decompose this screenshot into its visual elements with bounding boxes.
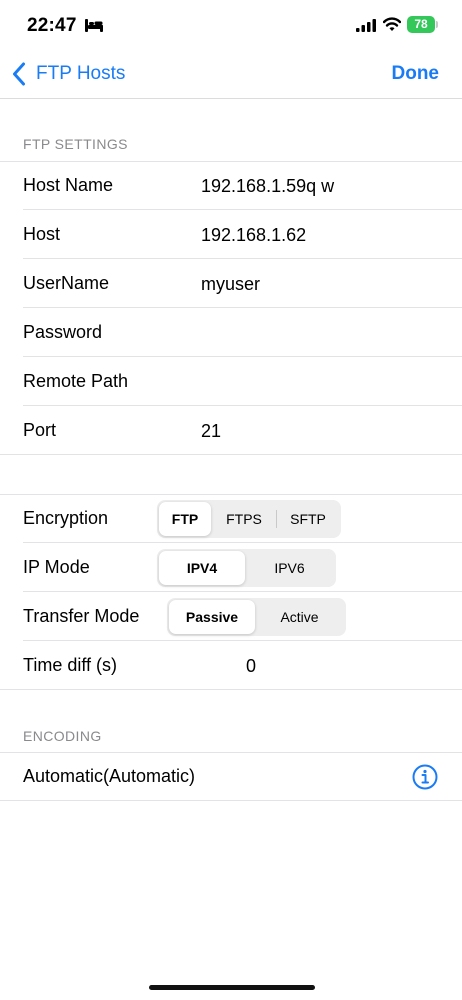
encoding-header: ENCODING bbox=[23, 728, 102, 744]
time-diff-field[interactable]: 0 bbox=[246, 641, 256, 690]
ip-mode-option-ipv6[interactable]: IPV6 bbox=[245, 551, 334, 585]
transfer-mode-label: Transfer Mode bbox=[23, 606, 140, 626]
transfer-mode-option-passive[interactable]: Passive bbox=[169, 600, 255, 634]
ip-mode-label: IP Mode bbox=[23, 557, 90, 577]
time-diff-row[interactable]: Time diff (s) 0 bbox=[0, 641, 462, 690]
host-name-label: Host Name bbox=[23, 175, 114, 195]
host-field[interactable]: 192.168.1.62 bbox=[201, 210, 306, 259]
username-field[interactable]: myuser bbox=[201, 259, 260, 308]
encoding-value: Automatic(Automatic) bbox=[23, 766, 196, 786]
ip-mode-segmented-control: IPV4 IPV6 bbox=[157, 549, 336, 587]
encryption-segmented-control: FTP FTPS SFTP bbox=[157, 500, 341, 538]
password-label: Password bbox=[23, 322, 103, 342]
remote-path-label: Remote Path bbox=[23, 371, 129, 391]
encryption-option-sftp[interactable]: SFTP bbox=[277, 502, 339, 536]
info-icon[interactable] bbox=[412, 764, 438, 790]
bed-icon bbox=[85, 19, 103, 32]
ip-mode-option-ipv4[interactable]: IPV4 bbox=[159, 551, 245, 585]
ip-mode-row: IP Mode IPV4 IPV6 bbox=[0, 543, 462, 592]
encryption-label: Encryption bbox=[23, 508, 109, 528]
port-field[interactable]: 21 bbox=[201, 406, 221, 455]
time-diff-label: Time diff (s) bbox=[23, 655, 118, 675]
ftp-settings-header: FTP SETTINGS bbox=[23, 136, 128, 152]
encoding-row[interactable]: Automatic(Automatic) bbox=[0, 752, 462, 801]
section-bottom-divider bbox=[0, 689, 462, 690]
username-label: UserName bbox=[23, 273, 110, 293]
section-bottom-divider bbox=[0, 454, 462, 455]
encryption-option-ftp[interactable]: FTP bbox=[159, 502, 211, 536]
host-name-row[interactable]: Host Name 192.168.1.59q w bbox=[0, 161, 462, 210]
transfer-mode-row: Transfer Mode Passive Active bbox=[0, 592, 462, 641]
encryption-option-ftps[interactable]: FTPS bbox=[211, 502, 277, 536]
section-bottom-divider bbox=[0, 800, 462, 801]
home-indicator[interactable] bbox=[149, 985, 315, 990]
back-button[interactable]: FTP Hosts bbox=[12, 60, 125, 88]
port-label: Port bbox=[23, 420, 57, 440]
battery-icon: 78 bbox=[407, 16, 438, 33]
chevron-left-icon bbox=[13, 62, 25, 86]
transfer-mode-segmented-control: Passive Active bbox=[167, 598, 346, 636]
navigation-bar: FTP Hosts Done bbox=[0, 50, 462, 99]
battery-cap bbox=[436, 21, 438, 28]
encryption-option-ftps-label: FTPS bbox=[226, 511, 262, 527]
password-row[interactable]: Password bbox=[0, 308, 462, 357]
signal-icon bbox=[356, 19, 376, 32]
transfer-mode-option-active[interactable]: Active bbox=[255, 600, 344, 634]
host-row[interactable]: Host 192.168.1.62 bbox=[0, 210, 462, 259]
encryption-row: Encryption FTP FTPS SFTP bbox=[0, 494, 462, 543]
host-label: Host bbox=[23, 224, 61, 244]
back-label: FTP Hosts bbox=[36, 63, 126, 84]
username-row[interactable]: UserName myuser bbox=[0, 259, 462, 308]
status-time: 22:47 bbox=[27, 15, 77, 36]
host-name-field[interactable]: 192.168.1.59q w bbox=[201, 161, 334, 210]
port-row[interactable]: Port 21 bbox=[0, 406, 462, 455]
done-button[interactable]: Done bbox=[392, 63, 440, 85]
remote-path-row[interactable]: Remote Path bbox=[0, 357, 462, 406]
status-bar: 22:47 78 bbox=[0, 0, 462, 50]
battery-percent: 78 bbox=[414, 17, 428, 31]
wifi-icon bbox=[383, 17, 401, 31]
